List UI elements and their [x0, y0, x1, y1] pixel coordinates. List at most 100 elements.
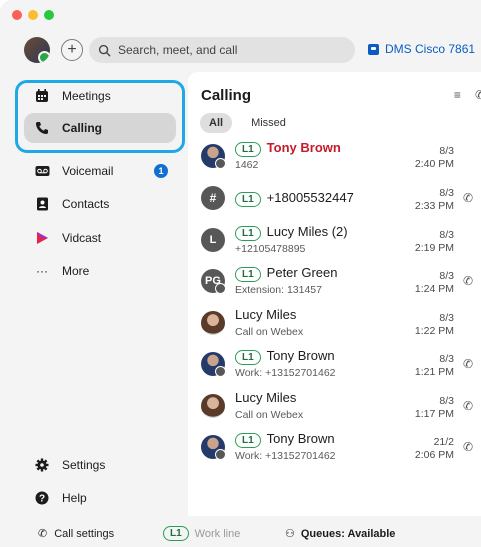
sidebar-item-help[interactable]: ? Help	[24, 483, 176, 513]
call-name-line: L1 Lucy Miles (2)	[235, 224, 348, 241]
call-row[interactable]: Lucy Miles Call on Webex 8/3 1:17 PM ✆	[188, 388, 481, 429]
presence-badge	[215, 283, 226, 294]
call-row[interactable]: L L1 Lucy Miles (2) +12105478895 8/3 2:19 PM	[188, 222, 481, 263]
call-date: 8/3	[439, 145, 454, 157]
call-time: 1:22 PM	[414, 325, 454, 337]
tab-missed[interactable]: Missed	[242, 113, 295, 133]
panel-actions: ≡ ✆	[454, 88, 481, 102]
contact-name: +18005532447	[266, 190, 354, 205]
sidebar-item-voicemail[interactable]: Voicemail 1	[24, 156, 176, 186]
voicemail-icon	[34, 163, 50, 179]
sidebar-item-calling[interactable]: Calling	[24, 113, 176, 143]
line-tag: L1	[235, 433, 261, 448]
line-tag: L1	[235, 192, 261, 207]
call-date: 21/2	[433, 436, 454, 448]
call-timestamp: 8/3 2:33 PM	[415, 187, 454, 213]
callback-icon[interactable]: ✆	[463, 440, 477, 454]
call-row[interactable]: Lucy Miles Call on Webex 8/3 1:22 PM	[188, 305, 481, 346]
contact-name: Lucy Miles	[235, 307, 297, 322]
call-name-line: L1 Peter Green	[235, 265, 338, 282]
line-tag: L1	[235, 142, 261, 157]
call-detail: Call on Webex	[235, 409, 304, 421]
calling-panel: Calling ≡ ✆ All Missed L1 Tony Brown 1462 8…	[188, 72, 481, 516]
call-time: 2:06 PM	[414, 449, 454, 461]
call-name-line: L1 Tony Brown	[235, 140, 341, 157]
call-time: 1:17 PM	[414, 408, 454, 420]
call-date: 8/3	[439, 187, 454, 199]
call-row[interactable]: L1 Tony Brown 1462 8/3 2:40 PM	[188, 138, 481, 179]
call-timestamp: 8/3 1:17 PM	[415, 395, 454, 421]
initials-avatar: L	[201, 228, 225, 252]
filter-icon[interactable]: ≡	[454, 88, 461, 102]
user-avatar[interactable]	[24, 37, 50, 63]
queue-icon: ⚇	[285, 528, 295, 540]
call-timestamp: 8/3 1:24 PM	[415, 270, 454, 296]
more-icon: ···	[36, 264, 48, 278]
call-row[interactable]: PG L1 Peter Green Extension: 131457 8/3 1:24 …	[188, 263, 481, 304]
line-label: Work line	[194, 527, 241, 540]
presence-badge	[215, 158, 226, 169]
tab-all[interactable]: All	[200, 113, 233, 133]
call-detail: Work: +13152701462	[235, 450, 336, 462]
line-tag: L1	[235, 267, 261, 282]
sidebar-item-label: Calling	[62, 121, 103, 135]
call-date: 8/3	[439, 312, 454, 324]
call-settings-button[interactable]: ✆ Call settings	[38, 527, 114, 541]
callback-icon[interactable]: ✆	[463, 274, 477, 288]
call-detail: Work: +13152701462	[235, 367, 336, 379]
call-name-line: Lucy Miles	[235, 390, 296, 405]
call-time: 2:33 PM	[414, 200, 454, 212]
sidebar-item-label: Voicemail	[62, 164, 114, 178]
call-timestamp: 8/3 2:19 PM	[415, 229, 454, 255]
vidcast-icon	[34, 230, 50, 246]
new-action-button[interactable]: +	[61, 39, 83, 61]
help-icon: ?	[34, 490, 50, 506]
call-name-line: L1 Tony Brown	[235, 431, 335, 448]
sidebar-item-settings[interactable]: Settings	[24, 450, 176, 480]
queue-label: Queues: Available	[300, 527, 396, 540]
callback-icon[interactable]: ✆	[463, 191, 477, 205]
call-row[interactable]: L1 Tony Brown Work: +13152701462 8/3 1:21 PM…	[188, 346, 481, 387]
device-label: DMS Cisco 7861	[385, 42, 476, 56]
sidebar-item-label: More	[62, 264, 90, 278]
sidebar-item-label: Help	[62, 491, 87, 505]
sidebar: Meetings Calling Voicemail 1 Contacts Vi…	[0, 72, 188, 547]
call-row[interactable]: # L1 +18005532447 8/3 2:33 PM ✆	[188, 180, 481, 221]
sidebar-item-more[interactable]: ··· More	[24, 256, 176, 286]
status-footer: ✆ Call settings L1 Work line ⚇ Queues: A…	[0, 522, 481, 547]
call-timestamp: 8/3 1:21 PM	[415, 353, 454, 379]
contacts-icon	[34, 196, 50, 212]
line-status[interactable]: L1 Work line	[163, 526, 240, 541]
close-window-button[interactable]	[12, 10, 22, 20]
sidebar-item-label: Contacts	[62, 197, 110, 211]
contact-name: Lucy Miles (2)	[266, 224, 348, 239]
desk-phone-icon	[368, 43, 379, 55]
sidebar-item-vidcast[interactable]: Vidcast	[24, 223, 176, 253]
zoom-window-button[interactable]	[44, 10, 54, 20]
presence-badge	[215, 449, 226, 460]
call-detail: +12105478895	[235, 243, 306, 255]
queue-status[interactable]: ⚇ Queues: Available	[285, 527, 396, 541]
call-row[interactable]: L1 Tony Brown Work: +13152701462 21/2 2:06 P…	[188, 429, 481, 470]
dial-icon[interactable]: ✆	[475, 88, 481, 102]
call-timestamp: 8/3 2:40 PM	[415, 145, 454, 171]
contact-name: Tony Brown	[266, 140, 341, 155]
search-input[interactable]	[118, 43, 338, 57]
call-date: 8/3	[439, 395, 454, 407]
call-timestamp: 21/2 2:06 PM	[415, 436, 454, 462]
app-window: + DMS Cisco 7861 Meetings Calling	[0, 0, 481, 547]
device-selector[interactable]: DMS Cisco 7861	[368, 42, 475, 56]
minimize-window-button[interactable]	[28, 10, 38, 20]
callback-icon[interactable]: ✆	[463, 357, 477, 371]
callback-icon[interactable]: ✆	[463, 399, 477, 413]
call-settings-icon: ✆	[38, 528, 48, 540]
search-icon	[98, 44, 111, 57]
contact-avatar	[201, 311, 225, 335]
search-bar[interactable]	[89, 37, 355, 63]
sidebar-item-label: Vidcast	[62, 231, 102, 245]
sidebar-item-contacts[interactable]: Contacts	[24, 189, 176, 219]
phone-icon	[34, 120, 50, 136]
sidebar-item-meetings[interactable]: Meetings	[24, 81, 176, 111]
unread-badge: 1	[154, 164, 168, 178]
contact-name: Lucy Miles	[235, 390, 297, 405]
